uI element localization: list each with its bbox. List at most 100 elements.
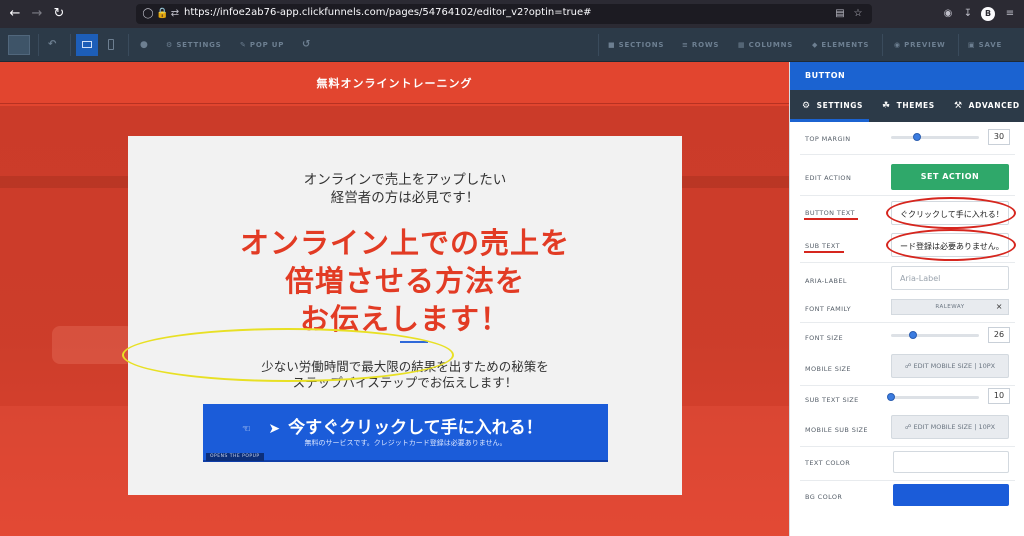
optin-card[interactable]: オンラインで売上をアップしたい 経営者の方は必見です！ オンライン上での売上を … — [128, 136, 682, 495]
mobile-size-value: 10PX — [978, 362, 996, 370]
mobile-sub-size-label: MOBILE SUB SIZE — [805, 426, 868, 434]
tab-settings-label: SETTINGS — [816, 101, 864, 110]
palette-icon: ☘ — [882, 101, 891, 111]
wrench-icon: ⚒ — [954, 101, 963, 111]
edit-mobile-size-button[interactable]: ☍ EDIT MOBILE SIZE | 10PX — [891, 354, 1009, 378]
elements-button[interactable]: ◆ ELEMENTS — [812, 37, 869, 53]
rows-button[interactable]: ≡ ROWS — [682, 37, 719, 53]
top-margin-input[interactable]: 30 — [988, 129, 1010, 145]
toolbar-divider — [598, 34, 599, 56]
forward-arrow-icon[interactable]: → — [28, 5, 46, 23]
aria-label-input[interactable]: Aria-Label — [891, 266, 1009, 290]
shield-icon[interactable]: ◯ — [142, 8, 154, 20]
account-avatar[interactable]: B — [981, 7, 995, 21]
tab-settings[interactable]: ⚙ SETTINGS — [802, 90, 863, 122]
toolbar-divider — [128, 34, 129, 56]
elements-label: ELEMENTS — [821, 41, 870, 49]
paint-icon[interactable]: ● — [140, 37, 149, 53]
font-size-slider-track[interactable] — [891, 334, 979, 337]
header-title: 無料オンライントレーニング — [316, 77, 473, 90]
pre-headline-line-2: 経営者の方は必見です！ — [330, 190, 480, 206]
edit-action-label: EDIT ACTION — [805, 174, 852, 182]
preview-button[interactable]: ◉ PREVIEW — [894, 37, 946, 53]
cta-sub-text: 無料のサービスです。クレジットカード登録は必要ありません。 — [304, 439, 507, 447]
top-margin-slider-knob[interactable] — [913, 133, 921, 141]
columns-button[interactable]: ▦ COLUMNS — [738, 37, 793, 53]
edit-action-row: EDIT ACTION SET ACTION — [790, 162, 1024, 192]
font-size-slider-knob[interactable] — [909, 331, 917, 339]
toolbar-divider — [70, 34, 71, 56]
edit-mobile-size-label: EDIT MOBILE SIZE — [913, 362, 973, 370]
save-button[interactable]: ▣ SAVE — [968, 37, 1002, 53]
clear-x-icon[interactable]: × — [996, 300, 1003, 314]
tab-advanced[interactable]: ⚒ ADVANCED — [954, 90, 1020, 122]
history-icon[interactable]: ↺ — [302, 37, 311, 53]
address-bar[interactable]: ◯ 🔒 ⇄ https://infoe2ab76-app.clickfunnel… — [136, 4, 872, 24]
cta-button[interactable]: ➤ 今すぐクリックして手に入れる！ 無料のサービスです。クレジットカード登録は必要… — [203, 404, 608, 462]
sub-text-size-input[interactable]: 10 — [988, 388, 1010, 404]
text-color-swatch[interactable] — [893, 451, 1009, 473]
page-canvas[interactable]: 無料オンライントレーニング オンラインで売上をアップしたい 経営者の方は必見です… — [0, 62, 789, 536]
row-separator — [800, 262, 1015, 263]
cta-text-row: ➤ 今すぐクリックして手に入れる！ — [203, 413, 608, 438]
menu-icon[interactable]: ≡ — [1004, 8, 1016, 20]
cta-highlight-ellipse — [122, 328, 454, 382]
mobile-view-icon[interactable] — [108, 39, 114, 50]
panel-header: BUTTON — [790, 62, 1024, 90]
reload-icon[interactable]: ↻ — [50, 5, 68, 23]
lock-icon[interactable]: 🔒 — [156, 8, 168, 20]
sections-button[interactable]: ■ SECTIONS — [608, 37, 664, 53]
editor-logo-icon[interactable] — [8, 35, 30, 55]
font-size-label: FONT SIZE — [805, 334, 843, 342]
text-color-row: TEXT COLOR — [790, 448, 1024, 478]
toolbar-divider — [38, 34, 39, 56]
header-bar: 無料オンライントレーニング — [0, 62, 789, 104]
save-label: SAVE — [978, 41, 1003, 49]
button-text-row: BUTTON TEXT ぐクリックして手に入れる！ — [790, 197, 1024, 229]
font-family-select[interactable]: RALEWAY × — [891, 299, 1009, 315]
sub-text-size-row: SUB TEXT SIZE 10 — [790, 385, 1024, 415]
top-margin-label: TOP MARGIN — [805, 135, 851, 143]
bookmark-star-icon[interactable]: ☆ — [852, 8, 864, 20]
panel-title: BUTTON — [805, 71, 846, 80]
top-margin-slider-track[interactable] — [891, 136, 979, 139]
sub-text-size-slider-track[interactable] — [891, 396, 979, 399]
sub-text-size-slider-knob[interactable] — [887, 393, 895, 401]
mobile-sub-size-value: 10PX — [978, 423, 996, 431]
font-family-value: RALEWAY — [935, 304, 965, 310]
sections-label: SECTIONS — [618, 41, 665, 49]
aria-label-placeholder: Aria-Label — [900, 274, 941, 283]
tab-themes-label: THEMES — [896, 101, 935, 110]
edit-mobile-sub-size-button[interactable]: ☍ EDIT MOBILE SIZE | 10PX — [891, 415, 1009, 439]
back-arrow-icon[interactable]: ← — [6, 5, 24, 23]
headline-line-1: オンライン上での売上を — [239, 226, 570, 260]
pocket-icon[interactable]: ◉ — [942, 8, 954, 20]
reader-view-icon[interactable]: ▤ — [834, 8, 846, 20]
font-size-input[interactable]: 26 — [988, 327, 1010, 343]
red-circle-annotation — [886, 197, 1016, 229]
downloads-icon[interactable]: ↧ — [962, 8, 974, 20]
font-size-row: FONT SIZE 26 — [790, 322, 1024, 352]
columns-label: COLUMNS — [748, 41, 794, 49]
red-circle-annotation — [886, 229, 1016, 261]
settings-button[interactable]: ⚙ SETTINGS — [166, 37, 222, 53]
editor-toolbar: ↶ ● ⚙ SETTINGS ✎ POP UP ↺ ■ SECTIONS ≡ R… — [0, 28, 1024, 62]
popup-button[interactable]: ✎ POP UP — [240, 37, 284, 53]
mouse-cursor-icon: ☜ — [242, 424, 251, 435]
opens-popup-tag: OPENS THE POPUP — [206, 453, 264, 461]
preview-label: PREVIEW — [904, 41, 946, 49]
desktop-icon — [82, 41, 92, 48]
undo-icon[interactable]: ↶ — [48, 37, 57, 53]
permissions-icon[interactable]: ⇄ — [169, 8, 181, 20]
tab-themes[interactable]: ☘ THEMES — [882, 90, 935, 122]
sub-text-row: SUB TEXT ード登録は必要ありません。 — [790, 229, 1024, 261]
bg-color-swatch[interactable] — [893, 484, 1009, 506]
background-car — [52, 326, 134, 364]
desktop-view-button[interactable] — [76, 34, 98, 56]
row-separator — [800, 480, 1015, 481]
text-color-label: TEXT COLOR — [805, 459, 851, 467]
red-underline-annotation — [804, 251, 844, 253]
top-margin-row: TOP MARGIN 30 — [790, 122, 1024, 152]
browser-toolbar: ← → ↻ ◯ 🔒 ⇄ https://infoe2ab76-app.click… — [0, 0, 1024, 28]
set-action-button[interactable]: SET ACTION — [891, 164, 1009, 190]
